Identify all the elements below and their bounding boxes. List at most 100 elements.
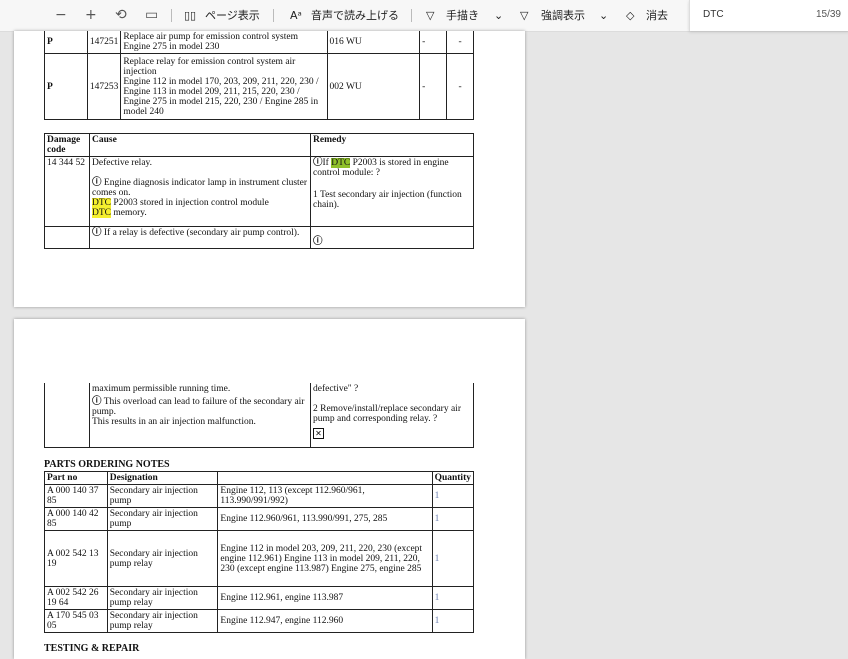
info-icon: ⓘ — [92, 397, 102, 407]
search-input[interactable]: DTC — [703, 9, 724, 20]
testing-repair-title: TESTING & REPAIR — [44, 643, 140, 654]
remedy-text: If — [322, 158, 332, 168]
table-cell: P — [44, 31, 88, 54]
designation: Secondary air injection pump — [106, 484, 219, 508]
note: Engine 112.947, engine 112.960 — [217, 609, 433, 633]
separator — [273, 9, 274, 22]
damage-table-continued: maximum permissible running time. ⓘ This… — [44, 383, 474, 448]
table-cell: P — [44, 53, 88, 120]
table-cell: maximum permissible running time. ⓘ This… — [89, 383, 311, 448]
cause-text: P2003 stored in injection control module — [111, 198, 269, 208]
page-view-button[interactable]: ページ表示 — [205, 0, 260, 31]
table-cell: ⓘIf DTC P2003 is stored in engine contro… — [310, 156, 474, 227]
cause-line: ⓘ Engine diagnosis indicator lamp in ins… — [92, 178, 308, 198]
quantity: 1 — [431, 586, 475, 610]
quantity: 1 — [431, 484, 475, 508]
highlight-icon[interactable]: ▽ — [520, 0, 528, 31]
parts-ordering-table: Part no Designation Quantity A 000 140 3… — [44, 471, 475, 633]
page-fit-icon[interactable]: ▭ — [145, 0, 158, 31]
table-row: A 000 140 42 85 Secondary air injection … — [44, 507, 475, 531]
remedy-header: Remedy — [310, 133, 474, 157]
remedy-line: 1 Test secondary air injection (function… — [313, 190, 462, 210]
page-crop — [44, 249, 476, 259]
info-icon: ⓘ — [313, 158, 323, 168]
search-highlight: DTC — [92, 198, 111, 208]
cell-line: Replace relay for emission control syste… — [123, 56, 296, 77]
eraser-icon[interactable]: ◇ — [626, 0, 634, 31]
cause-text: If a relay is defective (secondary air p… — [103, 228, 300, 238]
table-cell: Replace air pump for emission control sy… — [120, 31, 328, 54]
table-cell: 147253 — [86, 53, 122, 120]
draw-button[interactable]: 手描き — [446, 0, 479, 31]
table-cell: defective" ? 2 Remove/install/replace se… — [310, 383, 474, 448]
table-cell — [44, 383, 90, 448]
table-cell: 002 WU — [326, 53, 421, 120]
close-box-icon: ✕ — [313, 428, 324, 439]
part-no-header: Part no — [44, 471, 108, 485]
table-cell: - — [419, 53, 448, 120]
quantity: 1 — [431, 507, 475, 531]
designation: Secondary air injection pump relay — [106, 609, 219, 633]
cell-line: Replace air pump for emission control sy… — [123, 31, 298, 42]
cause-text: This overload can lead to failure of the… — [92, 397, 305, 417]
cause-line: Defective relay. — [92, 158, 153, 168]
zoom-in-button[interactable]: + — [85, 0, 97, 31]
separator — [171, 9, 172, 22]
table-row: ⓘ If a relay is defective (secondary air… — [44, 226, 474, 249]
cause-text: memory. — [111, 208, 147, 218]
designation: Secondary air injection pump relay — [106, 530, 219, 587]
cause-line: DTC memory. — [92, 208, 308, 218]
designation: Secondary air injection pump — [106, 507, 219, 531]
fit-page-button[interactable]: ⟲ — [115, 0, 127, 31]
zoom-out-button[interactable]: − — [55, 0, 67, 31]
table-cell — [217, 471, 433, 485]
cause-header: Cause — [89, 133, 311, 157]
table-cell: Defective relay. ⓘ Engine diagnosis indi… — [89, 156, 311, 227]
current-search-highlight: DTC — [331, 158, 351, 168]
pdf-toolbar: − + ⟲ ▭ ▯▯ ページ表示 Aᵃ 音声で読み上げる ▽ 手描き ⌄ ▽ 強… — [0, 0, 848, 32]
cause-line: DTC P2003 stored in injection control mo… — [92, 198, 308, 208]
note: Engine 112.960/961, 113.990/991, 275, 28… — [217, 507, 433, 531]
highlight-button[interactable]: 強調表示 — [541, 0, 585, 31]
info-icon: ⓘ — [92, 228, 102, 238]
pdf-page: P 147251 Replace air pump for emission c… — [14, 31, 525, 307]
quantity-header: Quantity — [431, 471, 475, 485]
note: Engine 112.961, engine 113.987 — [217, 586, 433, 610]
draw-dropdown-chevron-icon[interactable]: ⌄ — [494, 0, 503, 31]
draw-icon[interactable]: ▽ — [426, 0, 434, 31]
part-no: A 002 542 13 19 — [44, 530, 108, 587]
quantity: 1 — [431, 530, 475, 587]
remedy-line: 2 Remove/install/replace secondary air p… — [313, 404, 461, 424]
erase-button[interactable]: 消去 — [646, 0, 668, 31]
table-cell: 016 WU — [326, 31, 421, 54]
search-box[interactable]: DTC 15/39 — [689, 0, 848, 31]
cell-line: Engine 275 in model 230 — [123, 41, 220, 52]
page-view-icon[interactable]: ▯▯ — [184, 0, 196, 31]
cause-text: Engine diagnosis indicator lamp in instr… — [92, 178, 308, 198]
table-row: A 002 542 26 19 64 Secondary air injecti… — [44, 586, 475, 610]
read-aloud-button[interactable]: 音声で読み上げる — [311, 0, 399, 31]
table-cell: - — [419, 31, 448, 54]
table-row: A 170 545 03 05 Secondary air injection … — [44, 609, 475, 633]
table-row: Damage code Cause Remedy — [44, 133, 474, 157]
table-row: A 002 542 13 19 Secondary air injection … — [44, 530, 475, 587]
table-row: Part no Designation Quantity — [44, 471, 475, 485]
damage-code: 14 344 52 — [44, 156, 90, 227]
separator — [411, 9, 412, 22]
table-row: A 000 140 37 85 Secondary air injection … — [44, 484, 475, 508]
part-no: A 000 140 42 85 — [44, 507, 108, 531]
cause-line: ⓘ This overload can lead to failure of t… — [92, 397, 308, 417]
search-result-count: 15/39 — [815, 9, 841, 20]
designation: Secondary air injection pump relay — [106, 586, 219, 610]
table-row: P 147251 Replace air pump for emission c… — [44, 31, 474, 54]
table-row: P 147253 Replace relay for emission cont… — [44, 53, 474, 120]
read-aloud-icon[interactable]: Aᵃ — [290, 0, 302, 31]
table-cell: 147251 — [86, 31, 122, 54]
table-row: maximum permissible running time. ⓘ This… — [44, 383, 474, 448]
cell-line: Engine 112 in model 170, 203, 209, 211, … — [123, 76, 319, 117]
damage-code-header: Damage code — [44, 133, 90, 157]
table-cell — [44, 226, 90, 249]
highlight-dropdown-chevron-icon[interactable]: ⌄ — [599, 0, 608, 31]
cause-line: This results in an air injection malfunc… — [92, 417, 256, 427]
table-cell: ⓘ If a relay is defective (secondary air… — [89, 226, 311, 249]
